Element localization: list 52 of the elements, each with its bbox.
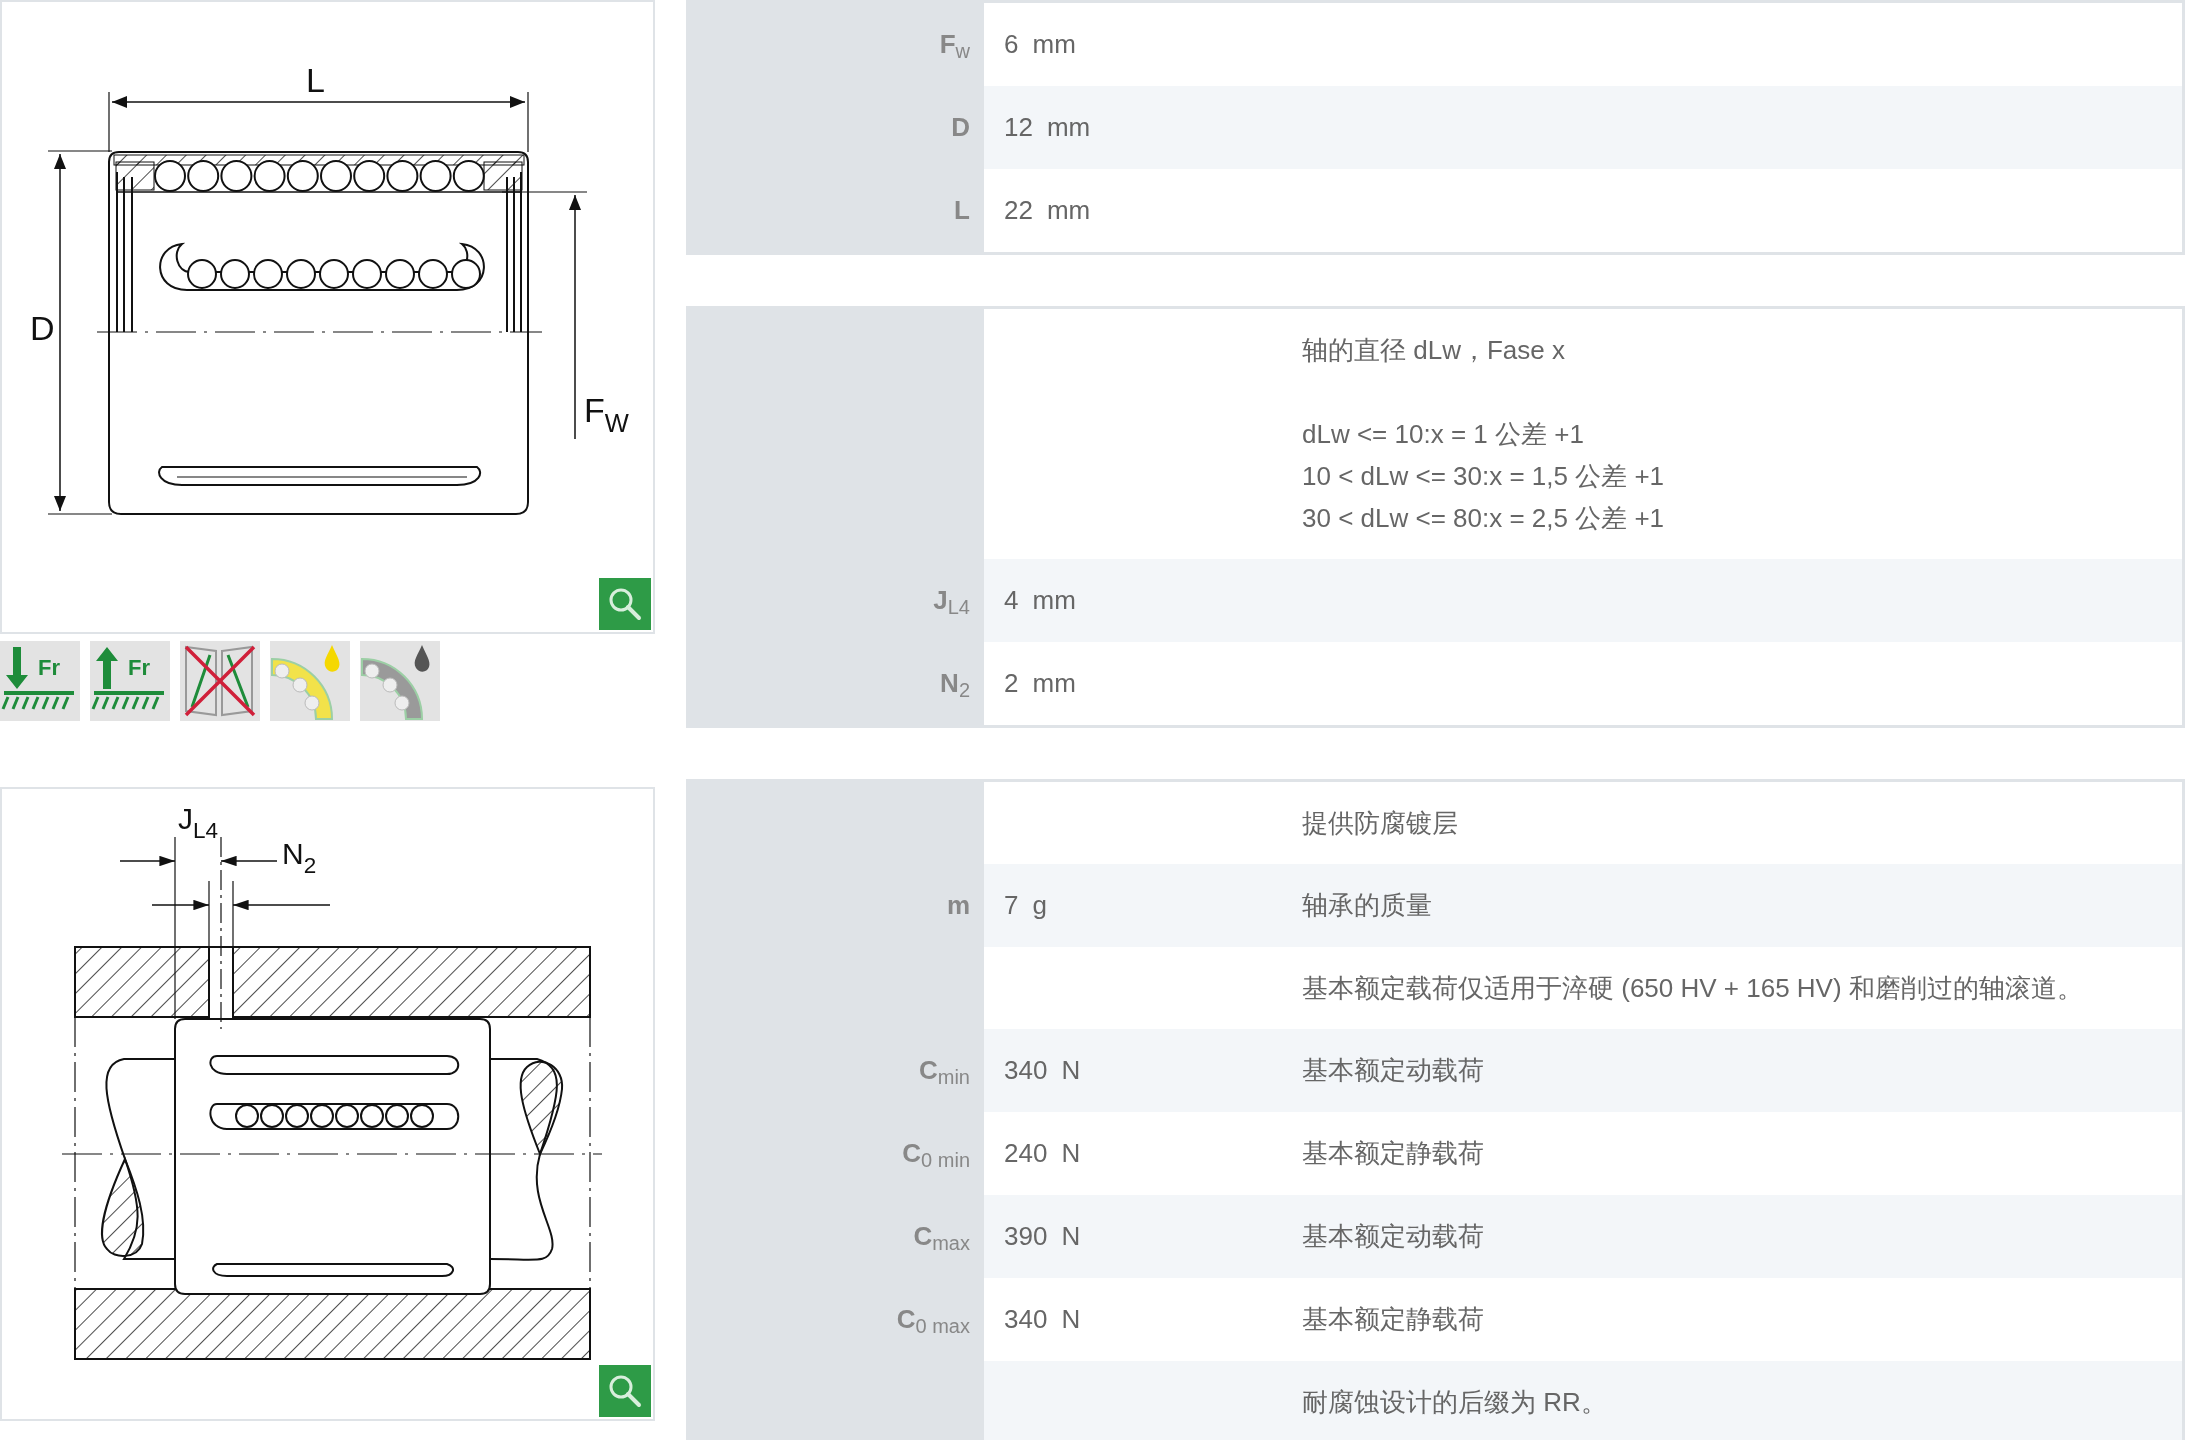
parameter-symbol: C$_{max}$ — [913, 1220, 970, 1256]
parameter-unit: N — [1061, 1303, 1081, 1336]
parameter-unit: mm — [1032, 584, 1076, 617]
parameter-unit: mm — [1046, 111, 1091, 144]
dimension-label: L — [306, 61, 325, 99]
parameter-unit: g — [1032, 889, 1047, 922]
parameter-value: 4 — [1004, 584, 1019, 617]
note-text: 基本额定静载荷 — [1302, 1303, 1484, 1336]
parameter-value: 340 — [1004, 1303, 1048, 1336]
parameter-unit: N — [1061, 1220, 1081, 1253]
note-text: 30 < dLw <= 80:x = 2,5 公差 +1 — [1302, 502, 1665, 535]
parameter-symbol: m — [946, 889, 970, 922]
parameter-symbol: D — [951, 111, 970, 144]
parameter-symbol: F$_{w}$ — [939, 28, 970, 64]
note-text: 提供防腐镀层 — [1302, 807, 1458, 840]
zoom-button[interactable] — [599, 578, 651, 630]
parameter-symbol: J$_{L4}$ — [933, 584, 970, 620]
note-text: 基本额定动载荷 — [1302, 1220, 1484, 1253]
crossed-tilt-icon — [184, 645, 256, 717]
note-text: 10 < dLw <= 30:x = 1,5 公差 +1 — [1302, 460, 1665, 493]
note-text: 轴的直径 dLw，Fase x — [1302, 334, 1566, 367]
parameter-unit: mm — [1032, 28, 1076, 61]
note-text: 基本额定动载荷 — [1302, 1054, 1484, 1087]
parameter-value: 2 — [1004, 667, 1019, 700]
parameter-unit: N — [1061, 1137, 1081, 1170]
note-text: 基本额定静载荷 — [1302, 1137, 1484, 1170]
note-text: 轴承的质量 — [1302, 889, 1432, 922]
parameter-symbol: C$_{0 min}$ — [902, 1137, 970, 1173]
parameter-unit: mm — [1032, 667, 1076, 700]
parameter-value: 340 — [1004, 1054, 1048, 1087]
parameter-unit: mm — [1046, 194, 1091, 227]
magnifier-icon — [607, 1373, 643, 1409]
parameter-value: 12 — [1004, 111, 1033, 144]
parameter-value: 6 — [1004, 28, 1019, 61]
note-text: dLw <= 10:x = 1 公差 +1 — [1302, 418, 1585, 451]
parameter-value: 390 — [1004, 1220, 1048, 1253]
parameter-unit: N — [1061, 1054, 1081, 1087]
dimension-label: J$_{L4}$ — [178, 802, 219, 843]
parameter-symbol: C$_{min}$ — [919, 1054, 970, 1090]
dimension-label: D — [30, 309, 55, 347]
parameter-value: 240 — [1004, 1137, 1048, 1170]
zoom-button[interactable] — [599, 1365, 651, 1417]
note-text: 耐腐蚀设计的后缀为 RR。 — [1302, 1386, 1607, 1419]
parameter-symbol: N$_{2}$ — [940, 667, 970, 703]
dimension-label: N$_{2}$ — [282, 837, 317, 878]
note-text: 基本额定载荷仅适用于淬硬 (650 HV + 165 HV) 和磨削过的轴滚道。 — [1302, 972, 2083, 1005]
parameter-symbol: L — [954, 194, 970, 227]
dimension-label: F$_{W}$ — [584, 391, 629, 438]
parameter-value: 7 — [1004, 889, 1019, 922]
magnifier-icon — [607, 586, 643, 622]
parameter-value: 22 — [1004, 194, 1033, 227]
parameter-symbol: C$_{0 max}$ — [896, 1303, 970, 1339]
